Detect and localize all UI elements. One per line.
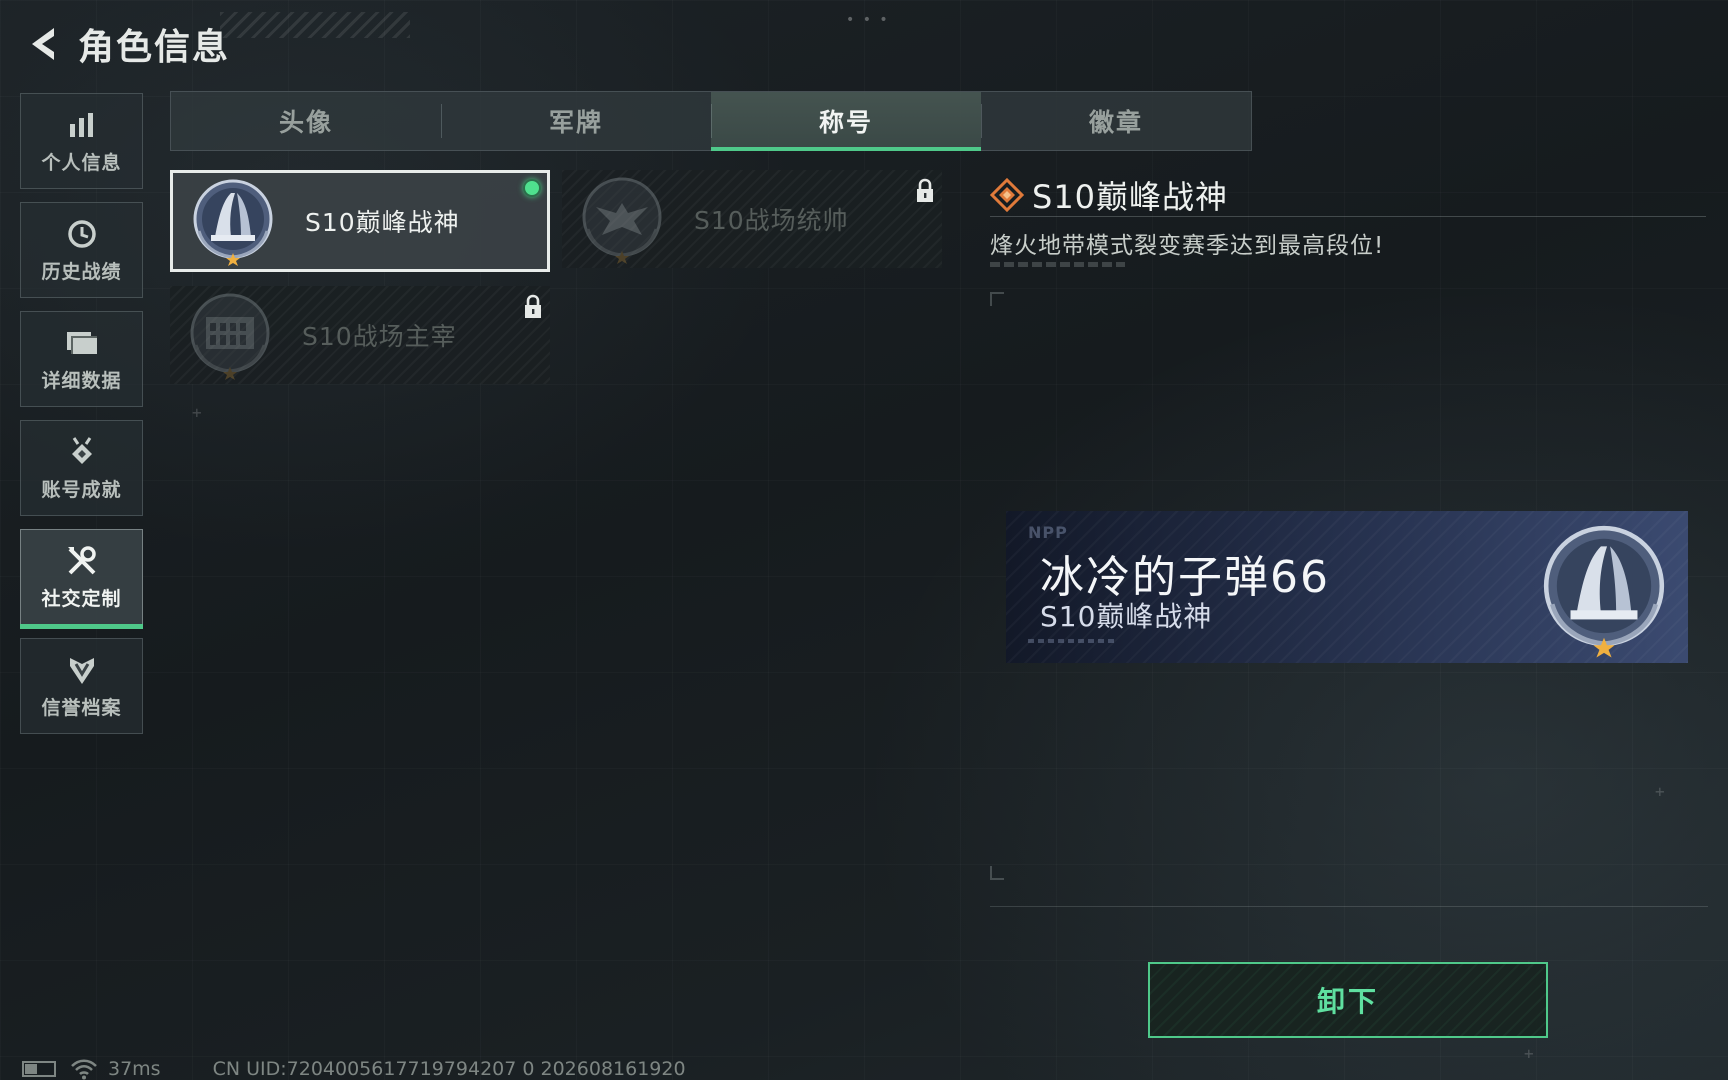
sidebar-item-history[interactable]: 历史战绩 xyxy=(20,202,143,298)
title-card-s10-commander[interactable]: S10战场统帅 xyxy=(562,170,942,268)
equipped-indicator xyxy=(523,179,541,197)
commander-emblem-icon xyxy=(576,173,668,265)
unequip-button[interactable]: 卸下 xyxy=(1148,962,1548,1038)
crosshair-mark: + xyxy=(1655,782,1665,801)
sidebar: 个人信息 历史战绩 详细数据 账号成就 社交定制 信誉档案 xyxy=(20,93,143,747)
title-card-name: S10战场统帅 xyxy=(694,206,849,235)
page-header: 角色信息 xyxy=(20,18,230,70)
title-decoration xyxy=(220,12,410,38)
sidebar-item-achievements[interactable]: 账号成就 xyxy=(20,420,143,516)
folder-icon xyxy=(65,326,99,360)
corner-bracket xyxy=(990,292,1004,306)
tab-bar: 头像 军牌 称号 徽章 xyxy=(170,91,1252,151)
divider xyxy=(990,906,1708,907)
title-card-name: S10巅峰战神 xyxy=(305,208,460,237)
sidebar-item-detailed-data[interactable]: 详细数据 xyxy=(20,311,143,407)
bar-chart-icon xyxy=(65,108,99,142)
battery-icon xyxy=(22,1061,56,1077)
uid-readout: CN UID:7204005617719794207 0 20260816192… xyxy=(212,1058,686,1080)
decor-dots: • • • xyxy=(846,12,890,28)
colosseum-emblem-icon xyxy=(184,289,276,381)
detail-header: S10巅峰战神 xyxy=(990,172,1228,218)
detail-description: 烽火地带模式裂变赛季达到最高段位! xyxy=(990,233,1385,259)
crosshair-mark: + xyxy=(192,403,202,422)
lock-icon xyxy=(917,178,933,202)
sidebar-item-label: 信誉档案 xyxy=(41,696,122,719)
war-god-emblem-icon xyxy=(187,175,279,267)
corner-bracket xyxy=(990,866,1004,880)
crosshair-mark: + xyxy=(1524,1044,1534,1063)
back-arrow-icon xyxy=(32,28,54,60)
unequip-button-label: 卸下 xyxy=(1316,985,1379,1018)
title-card-name: S10战场主宰 xyxy=(302,322,457,351)
decor-bar xyxy=(990,262,1125,267)
title-card-s10-dominator[interactable]: S10战场主宰 xyxy=(170,286,550,384)
nameplate-mark: NPP xyxy=(1028,523,1068,542)
divider xyxy=(990,216,1706,217)
sidebar-item-social-custom[interactable]: 社交定制 xyxy=(20,529,143,629)
tab-dogtag[interactable]: 军牌 xyxy=(441,92,711,150)
tab-avatar[interactable]: 头像 xyxy=(171,92,441,150)
shield-chevron-icon xyxy=(65,653,99,687)
sidebar-item-label: 账号成就 xyxy=(41,478,122,501)
tab-title[interactable]: 称号 xyxy=(711,92,981,151)
war-god-emblem-icon xyxy=(1534,519,1674,659)
title-diamond-icon xyxy=(990,178,1024,212)
status-bar: 37ms CN UID:7204005617719794207 0 202608… xyxy=(22,1058,686,1080)
sidebar-item-personal-info[interactable]: 个人信息 xyxy=(20,93,143,189)
title-card-s10-peak-war-god[interactable]: S10巅峰战神 xyxy=(170,170,550,272)
sidebar-item-label: 详细数据 xyxy=(41,369,122,392)
sidebar-item-label: 社交定制 xyxy=(41,587,122,610)
tab-badge[interactable]: 徽章 xyxy=(981,92,1251,150)
wifi-icon xyxy=(71,1059,97,1080)
decor-bar xyxy=(1028,639,1118,643)
page-title: 角色信息 xyxy=(78,27,231,68)
ping-readout: 37ms xyxy=(108,1058,161,1080)
lock-icon xyxy=(525,294,541,318)
sidebar-item-label: 个人信息 xyxy=(41,151,122,174)
clock-icon xyxy=(65,217,99,251)
nameplate-preview: NPP 冰冷的子弹66 S10巅峰战神 xyxy=(1006,511,1688,663)
sidebar-item-label: 历史战绩 xyxy=(41,260,122,283)
medal-icon xyxy=(65,435,99,469)
nameplate-title: S10巅峰战神 xyxy=(1040,600,1213,633)
back-button[interactable] xyxy=(20,22,64,66)
tools-icon xyxy=(65,544,99,578)
detail-title: S10巅峰战神 xyxy=(1032,178,1229,216)
sidebar-item-reputation[interactable]: 信誉档案 xyxy=(20,638,143,734)
